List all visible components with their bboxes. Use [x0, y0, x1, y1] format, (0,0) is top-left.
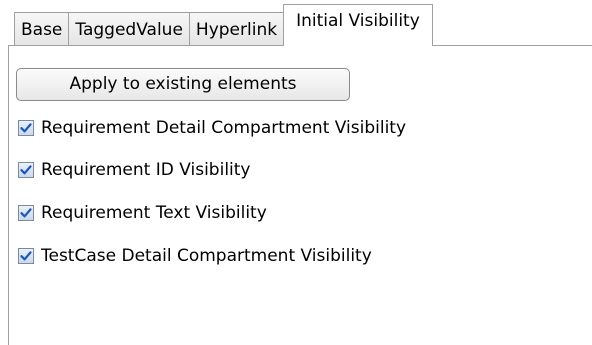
- tab-base-label: Base: [21, 19, 63, 40]
- checkbox-requirement-detail-compartment-visibility[interactable]: [18, 120, 34, 136]
- option-label: TestCase Detail Compartment Visibility: [41, 246, 372, 266]
- checkbox-requirement-id-visibility[interactable]: [18, 162, 34, 178]
- checkmark-icon: [20, 251, 32, 261]
- option-label: Requirement Text Visibility: [41, 203, 267, 223]
- tab-hyperlink[interactable]: Hyperlink: [188, 12, 285, 46]
- properties-window: Base TaggedValue Hyperlink Initial Visib…: [0, 0, 592, 345]
- option-testcase-detail-compartment-visibility[interactable]: TestCase Detail Compartment Visibility: [18, 243, 372, 269]
- option-label: Requirement Detail Compartment Visibilit…: [41, 118, 407, 138]
- checkbox-testcase-detail-compartment-visibility[interactable]: [18, 248, 34, 264]
- option-requirement-text-visibility[interactable]: Requirement Text Visibility: [18, 200, 267, 226]
- tab-initial-visibility-label: Initial Visibility: [296, 11, 420, 31]
- option-label: Requirement ID Visibility: [41, 160, 251, 180]
- checkbox-requirement-text-visibility[interactable]: [18, 205, 34, 221]
- option-requirement-id-visibility[interactable]: Requirement ID Visibility: [18, 157, 251, 183]
- tab-taggedvalue[interactable]: TaggedValue: [68, 12, 190, 46]
- apply-to-existing-elements-button[interactable]: Apply to existing elements: [16, 68, 350, 101]
- option-requirement-detail-compartment-visibility[interactable]: Requirement Detail Compartment Visibilit…: [18, 115, 406, 141]
- checkmark-icon: [20, 208, 32, 218]
- tab-initial-visibility[interactable]: Initial Visibility: [283, 4, 433, 46]
- tab-taggedvalue-label: TaggedValue: [75, 19, 183, 40]
- checkmark-icon: [20, 123, 32, 133]
- tab-hyperlink-label: Hyperlink: [195, 19, 278, 40]
- tab-base[interactable]: Base: [14, 12, 70, 46]
- checkmark-icon: [20, 165, 32, 175]
- tab-strip: Base TaggedValue Hyperlink Initial Visib…: [14, 4, 433, 46]
